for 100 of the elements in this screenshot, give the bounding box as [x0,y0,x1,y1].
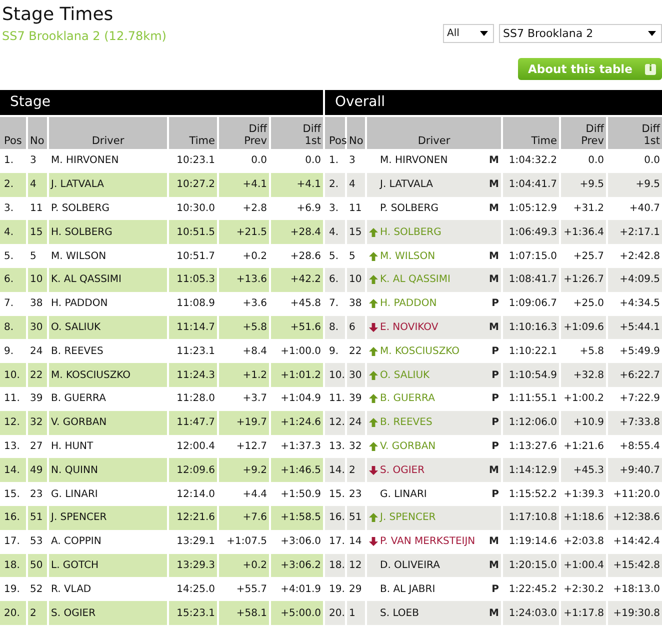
number-cell: 10 [346,268,366,292]
position-cell: 10. [0,363,27,387]
number-cell: 39 [27,386,48,411]
column-header[interactable]: Diff 1st [270,117,323,149]
column-header[interactable]: Time [502,117,560,149]
class-label: M [489,202,499,214]
driver-name: J. LATVALA [380,179,434,190]
filter-dropdown[interactable]: SS7 Brooklana 2 [499,24,662,43]
number-cell: 29 [346,577,366,602]
driver-name: D. OLIVEIRA [380,560,441,571]
diff-cell: +4:09.5 [607,268,662,292]
up-arrow-icon [369,418,378,428]
position-cell: 3. [0,196,27,220]
filter-dropdown[interactable]: All [443,24,494,43]
position-cell: 2. [325,172,346,197]
driver-name: M. WILSON [380,250,436,262]
number-cell: 52 [27,577,48,602]
driver-name: B. REEVES [380,417,434,428]
diff-cell: +1:21.6 [560,434,607,458]
time-cell: 13:29.1 [168,530,218,554]
diff-cell: +12:38.6 [607,506,662,530]
class-label: M [489,536,499,548]
diff-cell: +5:44.1 [607,316,662,340]
driver-cell: S. OGIER [48,601,168,625]
up-arrow-icon [369,299,378,308]
driver-cell: N. QUINN [48,458,168,482]
diff-cell: +1:37.3 [270,434,323,458]
diff-cell: +1:00.2 [560,386,607,411]
position-cell: 6. [325,268,346,292]
time-cell: 1:04:32.2 [502,149,560,173]
column-header[interactable]: Diff Prev [560,117,607,149]
driver-name: B. GUERRA [380,393,436,404]
column-header[interactable]: No [346,117,366,149]
diff-cell: +9.2 [218,458,270,482]
column-header[interactable]: Driver [48,117,168,149]
diff-cell: +8:55.4 [607,434,662,458]
time-cell: 11:05.3 [168,268,218,292]
column-header[interactable]: Time [168,117,218,149]
diff-cell: +4:01.9 [270,577,323,602]
diff-cell: +1:46.5 [270,458,323,482]
diff-cell: +4.1 [270,172,323,197]
driver-name: V. GORBAN [380,440,437,452]
column-header[interactable]: Pos [325,117,346,149]
diff-cell: +7:22.9 [607,386,662,411]
diff-cell: +7.6 [218,506,270,530]
position-cell: 2. [0,172,27,197]
driver-name: S. OGIER [380,464,426,476]
position-cell: 13. [0,434,27,458]
column-header[interactable]: Diff Prev [218,117,270,149]
column-header[interactable]: Driver [366,117,502,149]
diff-cell: 0.0 [218,149,270,173]
position-cell: 6. [0,268,27,292]
number-cell: 4 [346,172,366,197]
driver-name: H. PADDON [380,298,438,310]
number-cell: 32 [346,434,366,458]
number-cell: 5 [27,244,48,268]
diff-cell: +14:42.4 [607,530,662,554]
number-cell: 30 [346,363,366,387]
driver-cell: V. GORBAN [48,410,168,435]
time-cell: 15:23.1 [168,601,218,625]
number-cell: 51 [27,506,48,530]
number-cell: 6 [346,316,366,340]
position-cell: 15. [0,482,27,506]
column-header[interactable]: No [27,117,48,149]
class-label: P [492,488,499,500]
position-cell: 1. [0,149,27,173]
diff-cell: +3:06.0 [270,530,323,554]
position-cell: 19. [325,577,346,602]
time-cell: 10:23.1 [168,149,218,173]
number-cell: 38 [27,292,48,316]
diff-cell: +1:00.0 [270,339,323,364]
diff-cell: +2:42.8 [607,244,662,268]
driver-cell: H. SOLBERG [48,220,168,244]
diff-cell: +1:17.8 [560,601,607,625]
up-arrow-icon [369,442,378,451]
time-cell: 1:10:16.3 [502,316,560,340]
column-header[interactable]: Diff 1st [607,117,662,149]
time-cell: 12:14.0 [168,482,218,506]
time-cell: 12:21.6 [168,506,218,530]
diff-cell: +9.5 [607,172,662,197]
position-cell: 15. [325,482,346,506]
number-cell: 10 [27,268,48,292]
number-cell: 3 [27,149,48,173]
column-header[interactable]: Pos [0,117,27,149]
diff-cell: +42.2 [270,268,323,292]
driver-cell: M. KOSCIUSZKO [48,363,168,387]
time-cell: 11:14.7 [168,316,218,340]
driver-name: G. LINARI [380,488,428,500]
number-cell: 30 [27,316,48,340]
diff-cell: +0.2 [218,244,270,268]
position-cell: 8. [0,316,27,340]
diff-cell: +28.4 [270,220,323,244]
driver-name: P. VAN MERKSTEIJN [380,536,476,548]
time-cell: 1:15:52.2 [502,482,560,506]
section-header: Stage [0,90,323,115]
number-cell: 51 [346,506,366,530]
position-cell: 14. [0,458,27,482]
number-cell: 11 [346,196,366,220]
diff-cell: +8.4 [218,339,270,364]
driver-name: M. KOSCIUSZKO [380,346,461,357]
